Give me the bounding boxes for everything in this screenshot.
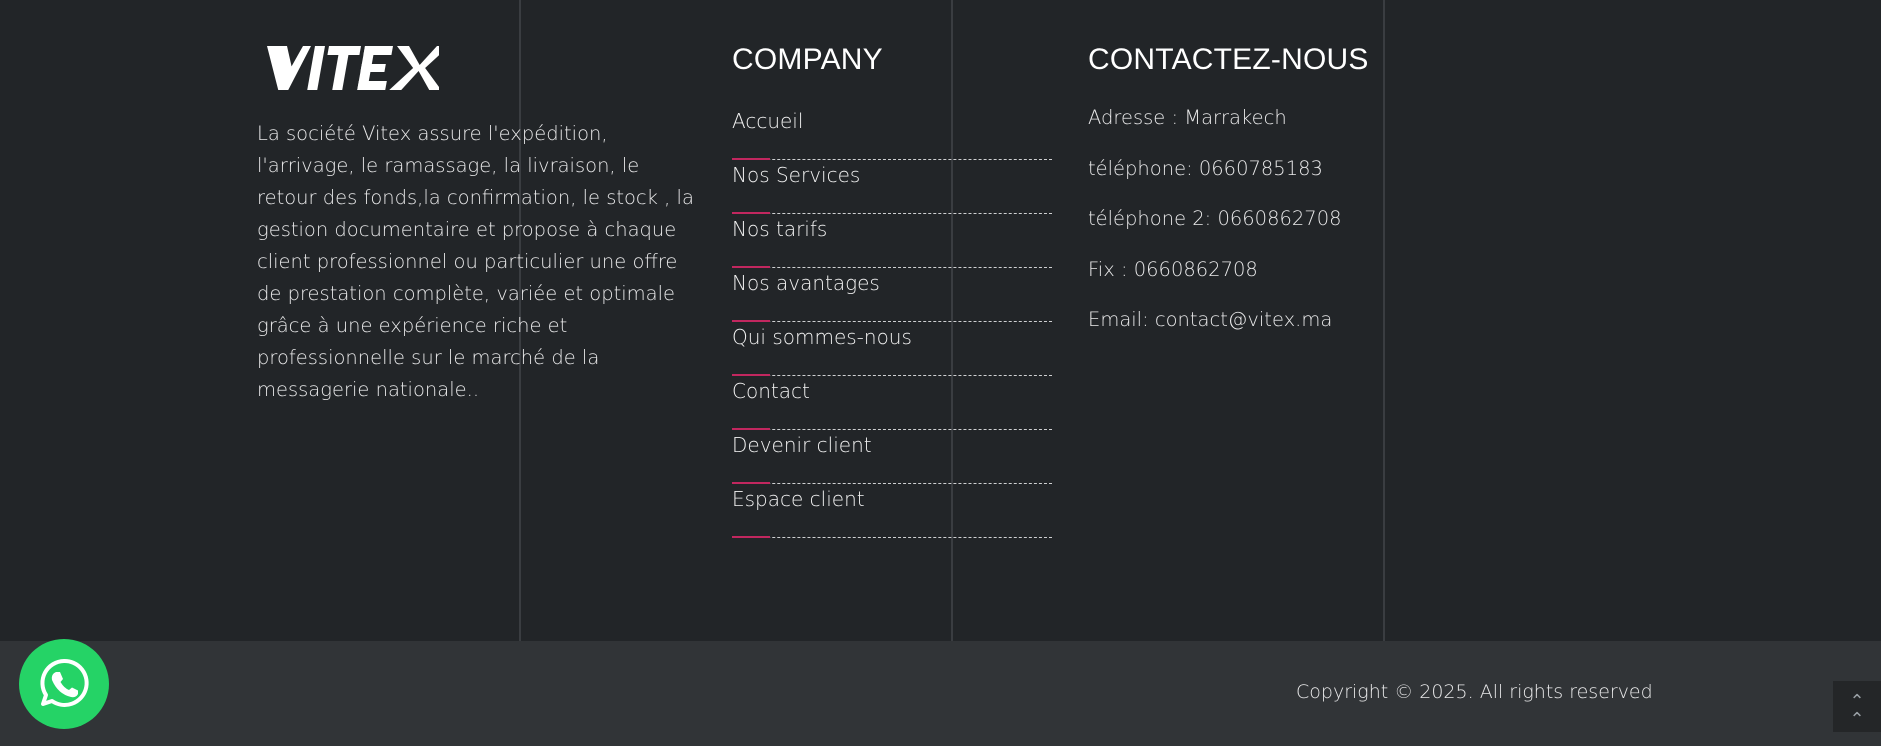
link-label[interactable]: Contact [732, 379, 810, 403]
double-chevron-up-icon: ⌃ ⌃ [1849, 691, 1865, 730]
footer-link-nos-avantages[interactable]: Nos avantages [732, 268, 1052, 322]
footer-link-nos-tarifs[interactable]: Nos tarifs [732, 214, 1052, 268]
company-links: Accueil Nos Services Nos tarifs Nos avan… [732, 106, 1052, 538]
whatsapp-icon [40, 658, 89, 707]
footer-link-devenir-client[interactable]: Devenir client [732, 430, 1052, 484]
contact-email[interactable]: Email: contact@vitex.ma [1088, 308, 1388, 359]
contact-address: Adresse : Marrakech [1088, 106, 1287, 129]
link-label[interactable]: Nos avantages [732, 271, 880, 295]
contact-phone: téléphone: 0660785183 [1088, 156, 1323, 180]
copyright-text: Copyright © 2025. All rights reserved [1296, 681, 1653, 703]
contact-list: Adresse : Marrakech téléphone: 066078518… [1088, 106, 1388, 359]
link-label[interactable]: Espace client [732, 487, 865, 511]
company-heading: COMPANY [732, 43, 883, 76]
link-label[interactable]: Qui sommes-nous [732, 325, 912, 349]
footer-link-qui-sommes-nous[interactable]: Qui sommes-nous [732, 322, 1052, 376]
contact-fax: Fix : 0660862708 [1088, 257, 1258, 281]
link-label[interactable]: Accueil [732, 109, 803, 133]
whatsapp-button[interactable] [19, 639, 109, 729]
scroll-to-top-button[interactable]: ⌃ ⌃ [1833, 681, 1881, 732]
contact-phone-2: téléphone 2: 0660862708 [1088, 207, 1342, 230]
vitex-logo[interactable] [263, 46, 439, 90]
company-description: La société Vitex assure l'expédition, l'… [257, 122, 694, 401]
link-label[interactable]: Nos tarifs [732, 217, 827, 241]
footer-link-nos-services[interactable]: Nos Services [732, 160, 1052, 214]
footer-link-espace-client[interactable]: Espace client [732, 484, 1052, 538]
link-accent [732, 536, 770, 538]
footer-link-contact[interactable]: Contact [732, 376, 1052, 430]
footer-link-accueil[interactable]: Accueil [732, 106, 1052, 160]
contact-heading: CONTACTEZ-NOUS [1088, 43, 1369, 76]
link-label[interactable]: Devenir client [732, 433, 872, 457]
link-label[interactable]: Nos Services [732, 163, 860, 187]
